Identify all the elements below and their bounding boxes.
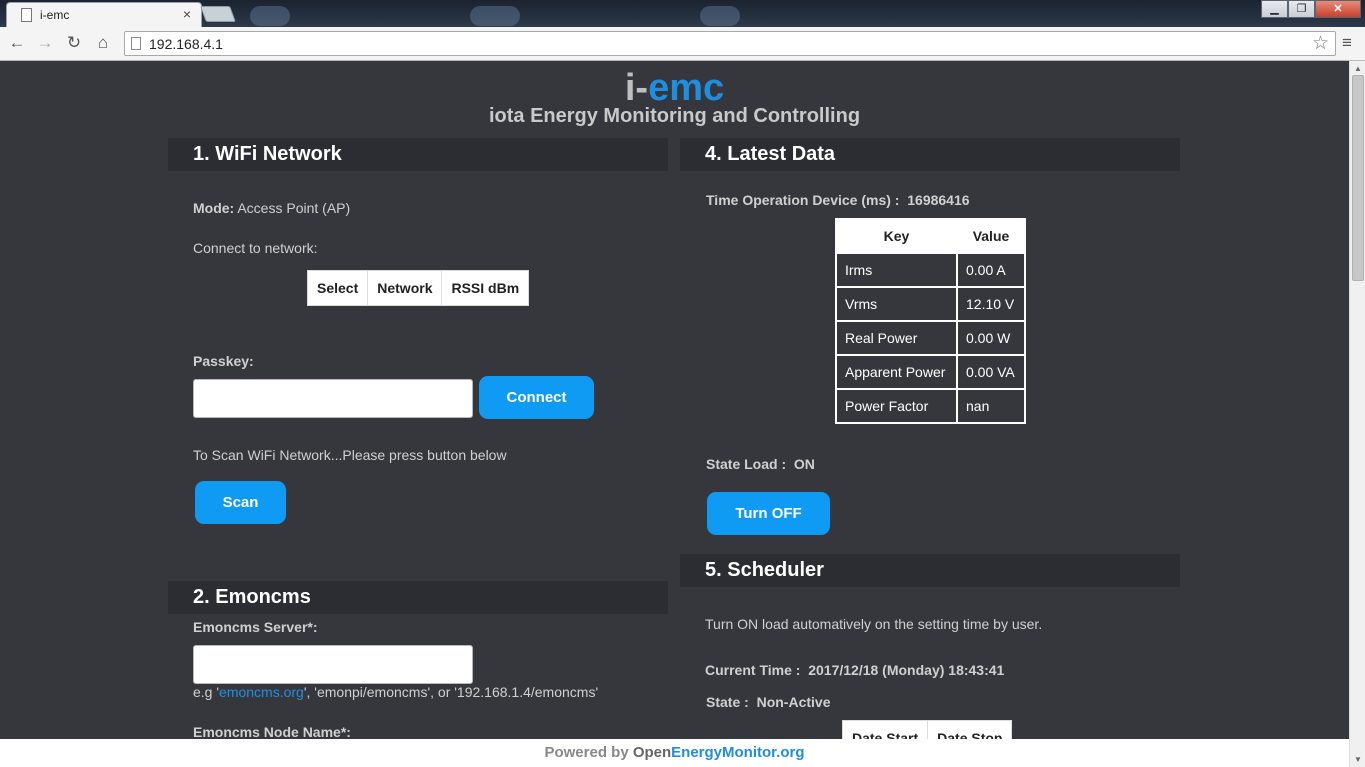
data-col-key: Key xyxy=(835,218,958,254)
current-time: Current Time : 2017/12/18 (Monday) 18:43… xyxy=(705,662,1004,678)
scroll-down-icon[interactable]: ▼ xyxy=(1354,755,1362,764)
table-row: Power Factor nan xyxy=(835,388,1026,424)
time-operation-value: 16986416 xyxy=(907,192,970,208)
data-key: Apparent Power xyxy=(835,354,958,390)
footer-open: Open xyxy=(632,744,672,761)
emoncms-example: e.g 'emoncms.org', 'emonpi/emoncms', or … xyxy=(193,684,598,700)
scheduler-section-title: 5. Scheduler xyxy=(680,554,1180,587)
close-window-button[interactable]: ✕ xyxy=(1315,0,1361,18)
new-tab-button[interactable] xyxy=(200,6,236,22)
time-operation: Time Operation Device (ms) : 16986416 xyxy=(706,192,970,208)
page-footer: Powered by OpenEnergyMonitor.org xyxy=(0,739,1349,767)
address-bar[interactable]: 192.168.4.1 ☆ xyxy=(124,31,1336,56)
reload-icon[interactable]: ↻ xyxy=(63,32,85,54)
wifi-section-title: 1. WiFi Network xyxy=(168,138,668,171)
browser-toolbar: ← → ↻ ⌂ 192.168.4.1 ☆ ≡ xyxy=(0,27,1365,61)
logo-prefix: i- xyxy=(624,67,649,109)
data-col-value: Value xyxy=(956,218,1026,254)
vertical-scrollbar[interactable]: ▲ ▼ xyxy=(1349,61,1365,767)
minimize-button[interactable]: ▁ xyxy=(1261,0,1288,18)
data-value: nan xyxy=(956,388,1026,424)
site-subtitle: iota Energy Monitoring and Controlling xyxy=(488,105,861,127)
tab-title: i-emc xyxy=(40,8,70,22)
mode-value: Access Point (AP) xyxy=(237,200,351,216)
connect-network-label: Connect to network: xyxy=(193,240,318,256)
current-time-label: Current Time : xyxy=(705,662,801,678)
browser-tab-strip: i-emc × ▁ ❐ ✕ xyxy=(0,0,1365,27)
network-table: Select Network RSSI dBm xyxy=(306,270,530,306)
state-load-label: State Load : xyxy=(706,456,787,472)
data-key: Real Power xyxy=(835,320,958,356)
data-value: 0.00 A xyxy=(956,252,1026,288)
scrollbar-thumb[interactable] xyxy=(1352,75,1364,281)
background-decoration xyxy=(250,6,290,26)
example-prefix: e.g ' xyxy=(193,684,220,700)
emoncms-server-input[interactable] xyxy=(193,645,473,684)
mode-label: Mode: xyxy=(193,200,235,216)
bookmark-star-icon[interactable]: ☆ xyxy=(1312,32,1329,55)
emoncms-org-link[interactable]: emoncms.org xyxy=(219,684,304,700)
scheduler-state-value: Non-Active xyxy=(756,694,831,710)
scan-button[interactable]: Scan xyxy=(195,481,286,524)
data-value: 12.10 V xyxy=(956,286,1026,322)
network-col-network: Network xyxy=(367,270,443,306)
menu-icon[interactable]: ≡ xyxy=(1342,33,1352,53)
openenergymonitor-link[interactable]: OpenEnergyMonitor.org xyxy=(633,744,805,761)
browser-tab[interactable]: i-emc × xyxy=(6,2,202,27)
network-col-select: Select xyxy=(306,270,369,306)
passkey-input[interactable] xyxy=(193,379,473,418)
emoncms-section-title: 2. Emoncms xyxy=(168,581,668,614)
table-row: Irms 0.00 A xyxy=(835,252,1026,288)
forward-arrow-icon[interactable]: → xyxy=(34,32,56,54)
scan-instructions: To Scan WiFi Network...Please press butt… xyxy=(193,447,507,463)
logo-main: emc xyxy=(648,67,725,109)
site-logo: i-emc xyxy=(0,67,1349,110)
page-icon xyxy=(21,8,32,22)
background-decoration xyxy=(700,6,740,26)
connect-button[interactable]: Connect xyxy=(479,376,594,419)
window-controls: ▁ ❐ ✕ xyxy=(1261,0,1361,18)
turn-off-button[interactable]: Turn OFF xyxy=(707,492,830,535)
back-arrow-icon[interactable]: ← xyxy=(6,32,28,54)
data-key: Irms xyxy=(835,252,958,288)
maximize-button[interactable]: ❐ xyxy=(1288,0,1315,18)
wifi-mode: Mode: Access Point (AP) xyxy=(193,200,350,216)
home-icon[interactable]: ⌂ xyxy=(92,32,114,54)
table-row: Real Power 0.00 W xyxy=(835,320,1026,356)
tab-close-icon[interactable]: × xyxy=(183,6,191,22)
data-key: Power Factor xyxy=(835,388,958,424)
background-decoration xyxy=(470,6,520,26)
state-load-value: ON xyxy=(793,456,815,472)
current-time-value: 2017/12/18 (Monday) 18:43:41 xyxy=(808,662,1005,678)
data-value: 0.00 W xyxy=(956,320,1026,356)
table-row: Apparent Power 0.00 VA xyxy=(835,354,1026,390)
scheduler-description: Turn ON load automatively on the setting… xyxy=(705,616,1043,632)
emoncms-server-label: Emoncms Server*: xyxy=(193,619,318,635)
latest-data-table: Key Value Irms 0.00 A Vrms 12.10 V Real … xyxy=(835,218,1026,424)
url-text: 192.168.4.1 xyxy=(149,36,223,52)
time-operation-label: Time Operation Device (ms) : xyxy=(706,192,900,208)
data-key: Vrms xyxy=(835,286,958,322)
data-value: 0.00 VA xyxy=(956,354,1026,390)
emoncms-node-label: Emoncms Node Name*: xyxy=(193,724,351,740)
passkey-label: Passkey: xyxy=(193,353,254,369)
state-load: State Load : ON xyxy=(706,456,815,472)
table-row: Vrms 12.10 V xyxy=(835,286,1026,322)
network-col-rssi: RSSI dBm xyxy=(441,270,530,306)
scheduler-state: State : Non-Active xyxy=(706,694,830,710)
footer-energymonitor: EnergyMonitor.org xyxy=(671,744,805,761)
page-icon xyxy=(131,37,141,50)
latest-data-section-title: 4. Latest Data xyxy=(680,138,1180,171)
footer-powered-by: Powered by xyxy=(544,744,633,761)
example-suffix: ', 'emonpi/emoncms', or '192.168.1.4/emo… xyxy=(303,684,599,700)
page-viewport: i-emc iota Energy Monitoring and Control… xyxy=(0,61,1349,767)
scroll-up-icon[interactable]: ▲ xyxy=(1354,64,1362,73)
scheduler-state-label: State : xyxy=(706,694,749,710)
